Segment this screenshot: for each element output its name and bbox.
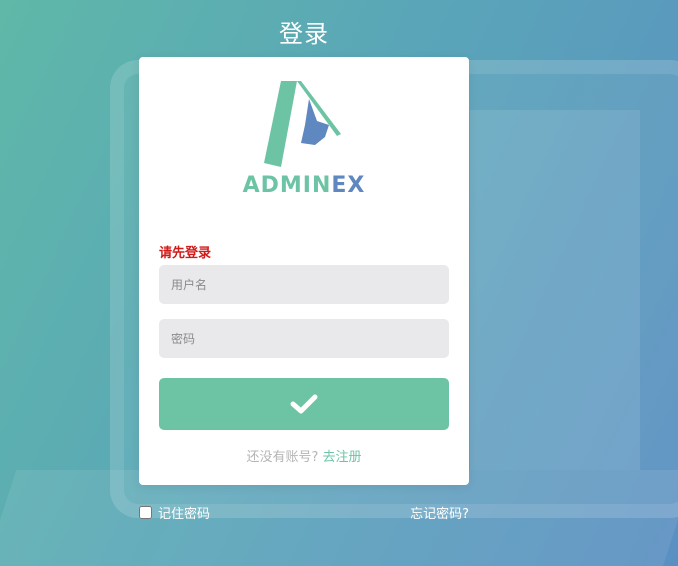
register-link[interactable]: 去注册 bbox=[323, 450, 362, 465]
register-prompt: 还没有账号? bbox=[246, 450, 319, 465]
remember-password-checkbox[interactable] bbox=[139, 506, 152, 519]
error-message: 请先登录 bbox=[159, 246, 212, 261]
adminex-logo-icon bbox=[264, 81, 341, 167]
logo bbox=[139, 79, 469, 171]
forgot-password-link[interactable]: 忘记密码? bbox=[410, 503, 469, 522]
remember-password[interactable]: 记住密码 bbox=[139, 503, 210, 522]
brand-name: ADMINEX bbox=[139, 173, 469, 198]
page-title: 登录 bbox=[279, 20, 329, 48]
password-input[interactable] bbox=[159, 319, 449, 358]
brand-name-part1: ADMIN bbox=[242, 173, 332, 198]
remember-password-label: 记住密码 bbox=[158, 507, 211, 522]
laptop-screen-content-decoration bbox=[470, 110, 640, 470]
brand-name-part2: EX bbox=[331, 173, 366, 198]
username-input[interactable] bbox=[159, 265, 449, 304]
checkmark-icon bbox=[290, 394, 318, 414]
login-card: ADMINEX 请先登录 还没有账号? 去注册 bbox=[139, 57, 469, 485]
login-submit-button[interactable] bbox=[159, 378, 449, 430]
register-row: 还没有账号? 去注册 bbox=[139, 446, 469, 465]
